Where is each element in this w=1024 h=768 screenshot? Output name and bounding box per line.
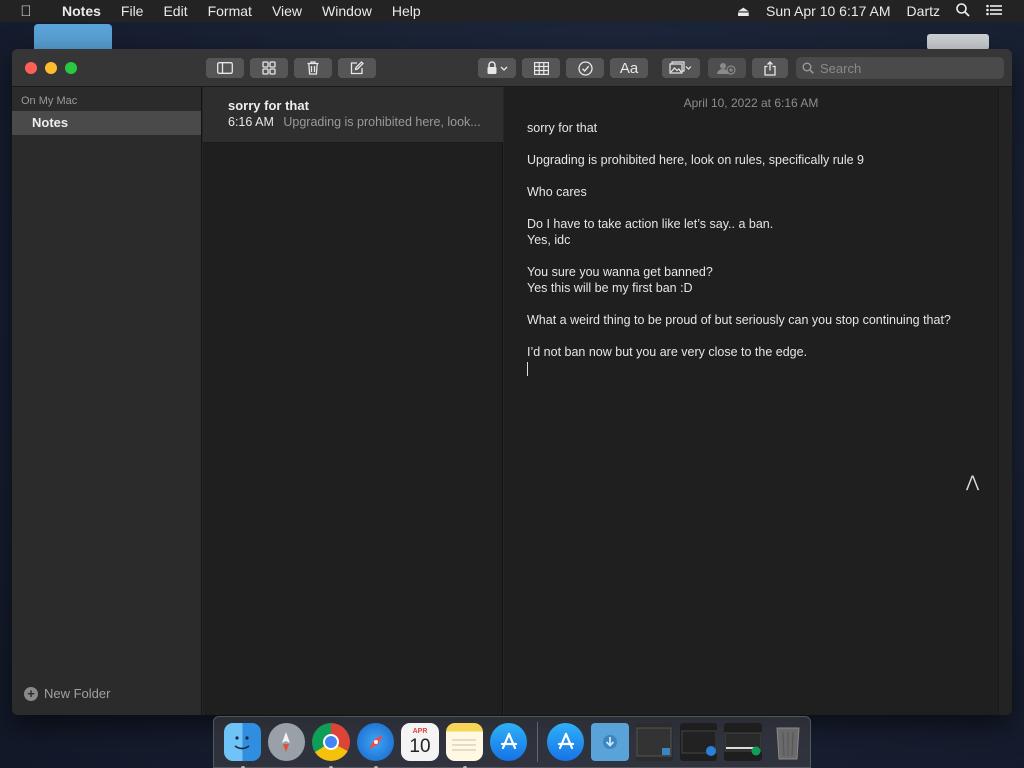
chrome-window-thumbnail-icon[interactable]	[724, 723, 763, 761]
control-center-icon[interactable]	[978, 3, 1010, 19]
list-item[interactable]: sorry for that 6:16 AM Upgrading is proh…	[203, 87, 503, 143]
trash-icon	[307, 61, 319, 75]
table-icon	[533, 61, 549, 75]
note-title: sorry for that	[228, 98, 309, 113]
search-input[interactable]	[820, 60, 990, 76]
note-line[interactable]: sorry for that	[527, 120, 987, 136]
zoom-window-button[interactable]	[65, 62, 77, 74]
add-people-icon	[717, 63, 736, 75]
note-line[interactable]: I’d not ban now but you are very close t…	[527, 344, 987, 360]
menu-file[interactable]: File	[111, 0, 154, 22]
grid-icon	[262, 61, 276, 75]
downloads-folder-icon[interactable]	[591, 723, 629, 761]
menu-app-name[interactable]: Notes	[52, 0, 111, 22]
search-field[interactable]	[796, 57, 1004, 79]
new-note-button[interactable]	[338, 58, 376, 78]
ibeam-cursor-icon: ⋀	[966, 472, 980, 491]
text-format-icon: Aa	[619, 59, 639, 77]
note-date: April 10, 2022 at 6:16 AM	[683, 96, 819, 110]
desktop-drive-icon[interactable]	[927, 34, 989, 50]
editor-scrollbar[interactable]	[998, 87, 1012, 715]
note-time: 6:16 AM	[228, 115, 274, 129]
note-line[interactable]: Yes this will be my first ban :D	[527, 280, 987, 296]
lock-icon	[487, 61, 508, 74]
share-icon	[764, 60, 776, 76]
note-line[interactable]: You sure you wanna get banned?	[527, 264, 987, 280]
search-icon	[802, 62, 814, 74]
media-button[interactable]	[662, 58, 700, 78]
note-list: sorry for that 6:16 AM Upgrading is proh…	[203, 87, 503, 715]
menu-format[interactable]: Format	[198, 0, 262, 22]
share-button[interactable]	[752, 58, 788, 78]
sidebar-section-label: On My Mac	[21, 95, 78, 107]
toggle-sidebar-button[interactable]	[206, 58, 244, 78]
app-store-icon[interactable]	[489, 723, 528, 761]
table-button[interactable]	[522, 58, 560, 78]
notes-window: Aa On My Mac Notes + New Folder sorry fo…	[12, 49, 1012, 715]
minimize-window-button[interactable]	[45, 62, 57, 74]
calendar-icon[interactable]: APR 10	[401, 723, 439, 761]
text-caret-line[interactable]	[527, 360, 987, 376]
new-folder-label: New Folder	[44, 686, 111, 701]
dock: APR 10	[213, 716, 811, 768]
note-line[interactable]	[527, 328, 987, 344]
minimized-window-icon[interactable]	[680, 723, 718, 761]
note-line[interactable]: Upgrading is prohibited here, look on ru…	[527, 152, 987, 168]
apple-menu-icon[interactable]: 	[0, 3, 52, 20]
sidebar-icon	[217, 62, 233, 74]
note-line[interactable]: What a weird thing to be proud of but se…	[527, 312, 987, 328]
format-text-button[interactable]: Aa	[610, 58, 648, 78]
chrome-icon[interactable]	[312, 723, 351, 768]
checkmark-circle-icon	[577, 60, 593, 76]
eject-icon[interactable]: ⏏	[729, 3, 758, 20]
note-line[interactable]: Do I have to take action like let’s say.…	[527, 216, 987, 232]
window-thumbnail-icon[interactable]	[635, 723, 674, 761]
gallery-view-button[interactable]	[250, 58, 288, 78]
note-editor[interactable]: April 10, 2022 at 6:16 AM sorry for that…	[504, 87, 998, 715]
plus-circle-icon: +	[24, 686, 38, 701]
note-meta: 6:16 AM Upgrading is prohibited here, lo…	[228, 115, 481, 129]
checklist-button[interactable]	[566, 58, 604, 78]
note-line[interactable]	[527, 248, 987, 264]
collaborate-button[interactable]	[708, 58, 746, 78]
note-preview: Upgrading is prohibited here, look...	[283, 115, 481, 129]
spotlight-icon[interactable]	[948, 2, 978, 20]
folders-sidebar: On My Mac Notes + New Folder	[12, 87, 202, 715]
note-line[interactable]	[527, 168, 987, 184]
note-line[interactable]	[527, 136, 987, 152]
finder-icon[interactable]	[223, 723, 261, 768]
menu-view[interactable]: View	[262, 0, 312, 22]
dock-separator	[536, 722, 538, 762]
notes-app-icon[interactable]	[445, 723, 483, 768]
safari-icon[interactable]	[357, 723, 395, 768]
calendar-day: 10	[409, 735, 431, 757]
text-caret	[527, 361, 528, 376]
toolbar: Aa	[12, 49, 1012, 87]
desktop-folder-icon[interactable]	[34, 24, 112, 50]
trash-icon[interactable]	[769, 723, 806, 761]
menubar-user[interactable]: Dartz	[899, 3, 948, 19]
note-line[interactable]	[527, 200, 987, 216]
menu-help[interactable]: Help	[382, 0, 431, 22]
app-store-download-icon[interactable]	[547, 723, 585, 761]
new-folder-button[interactable]: + New Folder	[24, 686, 110, 701]
sidebar-item-notes[interactable]: Notes	[12, 111, 201, 135]
close-window-button[interactable]	[25, 62, 37, 74]
launchpad-icon[interactable]	[267, 723, 306, 761]
menu-edit[interactable]: Edit	[153, 0, 197, 22]
note-line[interactable]: Yes, idc	[527, 232, 987, 248]
note-line[interactable]	[527, 296, 987, 312]
menubar-datetime[interactable]: Sun Apr 10 6:17 AM	[758, 3, 899, 19]
calendar-month: APR	[412, 727, 428, 735]
photo-icon	[669, 61, 692, 74]
menu-window[interactable]: Window	[312, 0, 382, 22]
note-line[interactable]: Who cares	[527, 184, 987, 200]
note-body[interactable]: sorry for that Upgrading is prohibited h…	[527, 120, 987, 376]
lock-note-button[interactable]	[478, 58, 516, 78]
menu-bar:  Notes File Edit Format View Window Hel…	[0, 0, 1024, 22]
delete-note-button[interactable]	[294, 58, 332, 78]
compose-icon	[350, 61, 364, 75]
